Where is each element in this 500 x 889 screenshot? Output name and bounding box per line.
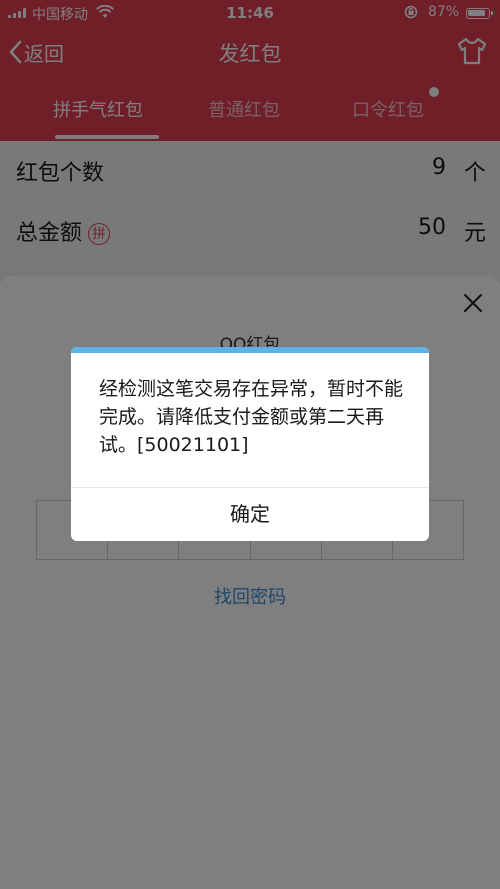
alert-message: 经检测这笔交易存在异常，暂时不能完成。请降低支付金额或第二天再试。[500211… [99, 378, 404, 456]
confirm-button[interactable]: 确定 [71, 488, 429, 541]
alert-accent-bar [71, 347, 429, 353]
error-alert: 经检测这笔交易存在异常，暂时不能完成。请降低支付金额或第二天再试。[500211… [71, 347, 429, 541]
red-packet-page: 中国移动 11:46 87% 返回 发红包 拼手气红包 普通红包 [0, 0, 500, 889]
